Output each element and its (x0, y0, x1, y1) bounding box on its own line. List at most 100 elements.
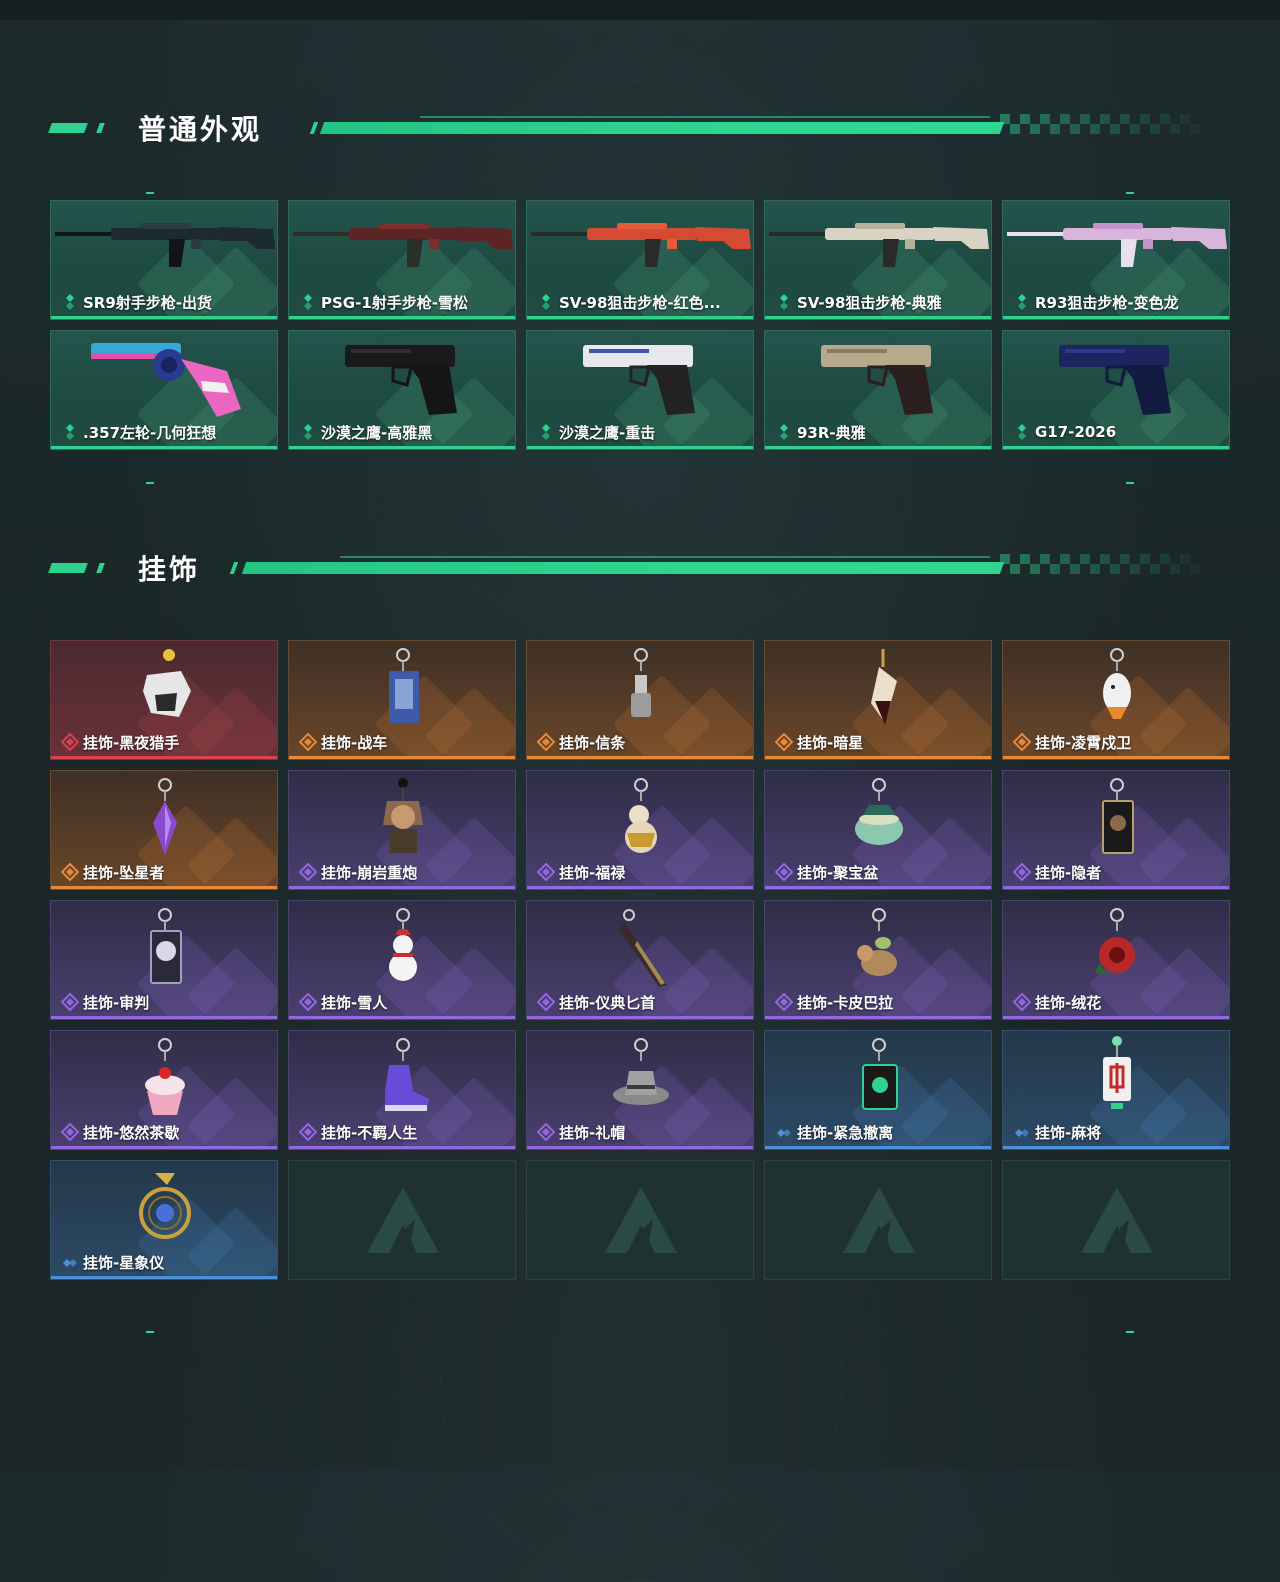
item-card[interactable]: 挂饰-不羁人生 (288, 1030, 516, 1150)
item-card[interactable]: 挂饰-审判 (50, 900, 278, 1020)
item-card[interactable]: 挂饰-坠星者 (50, 770, 278, 890)
rarity-bar (765, 446, 991, 449)
item-name: 挂饰-福禄 (559, 863, 626, 882)
item-card[interactable]: 挂饰-仪典匕首 (526, 900, 754, 1020)
rarity-purple-icon (536, 1122, 556, 1142)
item-name: R93狙击步枪-变色龙 (1035, 293, 1179, 312)
item-card[interactable]: 挂饰-麻将 (1002, 1030, 1230, 1150)
empty-slot[interactable] (1002, 1160, 1230, 1280)
item-card[interactable]: 沙漠之鹰-重击 (526, 330, 754, 450)
charms-grid: 挂饰-黑夜猎手 挂饰-战车 挂饰-信条 挂饰-暗星 挂饰-凌霄戍卫挂饰-坠星者 挂饰-崩岩… (50, 640, 1230, 1280)
item-card[interactable]: 挂饰-隐者 (1002, 770, 1230, 890)
rarity-blue-icon (775, 1123, 793, 1141)
item-label-row: 挂饰-雪人 (298, 992, 388, 1012)
rarity-bar (765, 756, 991, 759)
item-card[interactable]: 挂饰-紧急撤离 (764, 1030, 992, 1150)
header-slash (229, 562, 239, 574)
item-card[interactable]: SV-98狙击步枪-典雅 (764, 200, 992, 320)
item-name: 沙漠之鹰-重击 (559, 423, 656, 442)
item-card[interactable]: 挂饰-黑夜猎手 (50, 640, 278, 760)
rarity-purple-icon (1012, 992, 1032, 1012)
pistol-blue-icon (1003, 331, 1229, 427)
rarity-purple-icon (536, 992, 556, 1012)
header-thin-line (420, 116, 990, 118)
item-card[interactable]: SV-98狙击步枪-红色... (526, 200, 754, 320)
sneaker-charm-icon (289, 1031, 515, 1127)
item-card[interactable]: 93R-典雅 (764, 330, 992, 450)
item-card[interactable]: 挂饰-悠然茶歇 (50, 1030, 278, 1150)
rifle-dark-icon (51, 201, 277, 297)
header-slash (309, 122, 319, 134)
item-card[interactable]: 挂饰-绒花 (1002, 900, 1230, 1020)
mahjong-charm-icon (1003, 1031, 1229, 1127)
item-name: 挂饰-隐者 (1035, 863, 1102, 882)
rarity-bar (51, 446, 277, 449)
item-card[interactable]: .357左轮-几何狂想 (50, 330, 278, 450)
item-label-row: 挂饰-不羁人生 (298, 1122, 417, 1142)
item-card[interactable]: G17-2026 (1002, 330, 1230, 450)
item-card[interactable]: 挂饰-星象仪 (50, 1160, 278, 1280)
flower-charm-icon (1003, 901, 1229, 997)
item-card[interactable]: 沙漠之鹰-高雅黑 (288, 330, 516, 450)
astrolabe-charm-icon (51, 1161, 277, 1257)
item-card[interactable]: PSG-1射手步枪-雪松 (288, 200, 516, 320)
item-name: 挂饰-卡皮巴拉 (797, 993, 894, 1012)
item-name: G17-2026 (1035, 423, 1117, 441)
header-accent-slash (96, 563, 105, 573)
item-card[interactable]: 挂饰-雪人 (288, 900, 516, 1020)
item-card[interactable]: 挂饰-凌霄戍卫 (1002, 640, 1230, 760)
dagger-charm-icon (527, 901, 753, 997)
item-label-row: 挂饰-审判 (60, 992, 149, 1012)
tarot-charm-icon (1003, 771, 1229, 867)
empty-slot[interactable] (526, 1160, 754, 1280)
empty-slot[interactable] (288, 1160, 516, 1280)
corner-tick (1126, 192, 1134, 194)
sniper-pink-icon (1003, 201, 1229, 297)
card-charm-icon (289, 641, 515, 737)
item-label-row: 挂饰-凌霄戍卫 (1012, 732, 1131, 752)
header-line (241, 562, 1005, 574)
rarity-bar (527, 886, 753, 889)
rarity-bar (51, 756, 277, 759)
item-card[interactable]: 挂饰-卡皮巴拉 (764, 900, 992, 1020)
item-card[interactable]: 挂饰-战车 (288, 640, 516, 760)
item-label-row: PSG-1射手步枪-雪松 (299, 292, 468, 312)
item-card[interactable]: 挂饰-福禄 (526, 770, 754, 890)
section-header-skins: 普通外观 (0, 100, 1280, 160)
item-card[interactable]: SR9射手步枪-出货 (50, 200, 278, 320)
item-name: 挂饰-崩岩重炮 (321, 863, 418, 882)
item-card[interactable]: 挂饰-聚宝盆 (764, 770, 992, 890)
item-label-row: SV-98狙击步枪-红色... (537, 292, 721, 312)
pistol-black-icon (289, 331, 515, 427)
item-name: 挂饰-信条 (559, 733, 626, 752)
rarity-orange-icon (774, 732, 794, 752)
rarity-green-icon (775, 423, 793, 441)
rarity-purple-icon (1012, 862, 1032, 882)
rarity-purple-icon (60, 992, 80, 1012)
pistol-beige-icon (765, 331, 991, 427)
rarity-bar (51, 1146, 277, 1149)
item-name: SV-98狙击步枪-红色... (559, 293, 721, 312)
rarity-bar (289, 1016, 515, 1019)
rarity-bar (1003, 1146, 1229, 1149)
item-name: 挂饰-暗星 (797, 733, 864, 752)
item-label-row: 挂饰-黑夜猎手 (60, 732, 179, 752)
rarity-purple-icon (536, 862, 556, 882)
item-card[interactable]: 挂饰-暗星 (764, 640, 992, 760)
item-card[interactable]: 挂饰-礼帽 (526, 1030, 754, 1150)
corner-tick (146, 192, 154, 194)
rarity-green-icon (1013, 293, 1031, 311)
item-card[interactable]: R93狙击步枪-变色龙 (1002, 200, 1230, 320)
empty-slot-logo-icon (843, 1187, 915, 1253)
pistol-white-icon (527, 331, 753, 427)
item-card[interactable]: 挂饰-信条 (526, 640, 754, 760)
item-card[interactable]: 挂饰-崩岩重炮 (288, 770, 516, 890)
cupcake-charm-icon (51, 1031, 277, 1127)
item-label-row: SV-98狙击步枪-典雅 (775, 292, 942, 312)
item-name: 挂饰-雪人 (321, 993, 388, 1012)
empty-slot[interactable] (764, 1160, 992, 1280)
item-label-row: 挂饰-礼帽 (536, 1122, 625, 1142)
item-name: 沙漠之鹰-高雅黑 (321, 423, 433, 442)
item-label-row: 挂饰-崩岩重炮 (298, 862, 418, 882)
rarity-bar (1003, 886, 1229, 889)
